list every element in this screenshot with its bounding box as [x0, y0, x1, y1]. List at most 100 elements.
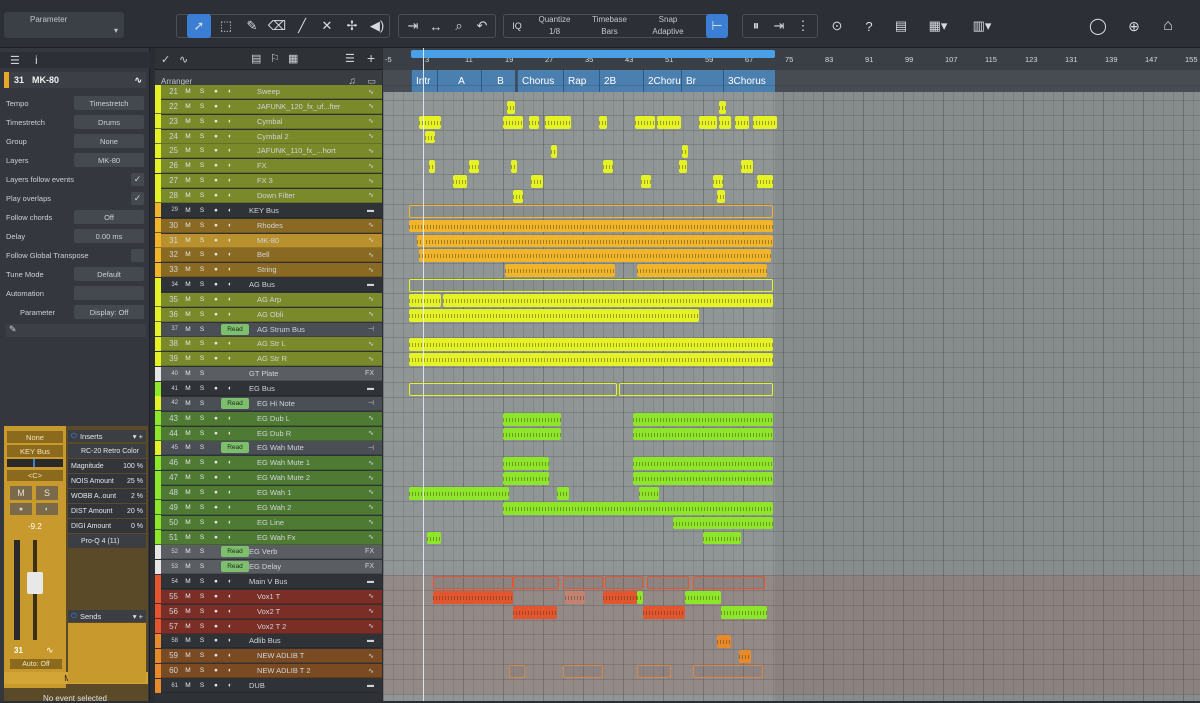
playhead[interactable] — [423, 48, 424, 701]
monitor-icon[interactable]: ◐ — [223, 116, 237, 127]
mute-button[interactable]: M — [181, 591, 195, 602]
audio-event[interactable] — [511, 160, 517, 174]
arranger-section[interactable]: Rap — [563, 70, 599, 92]
solo-button[interactable]: S — [195, 621, 209, 632]
audio-event[interactable] — [637, 665, 671, 678]
monitor-icon[interactable]: ◐ — [223, 472, 237, 483]
monitor-icon[interactable]: ◐ — [223, 86, 237, 97]
solo-button[interactable]: S — [195, 160, 209, 171]
audio-event[interactable] — [721, 605, 767, 619]
automation-read-button[interactable]: Read — [221, 323, 249, 335]
audio-event[interactable] — [657, 115, 681, 129]
solo-button[interactable]: S — [195, 145, 209, 156]
layout-icon[interactable]: ▥▾ — [965, 14, 999, 38]
pan-knob[interactable]: <C> — [7, 470, 63, 481]
track-row[interactable]: 31 M S ● ◐ MK-80 ∿ — [155, 233, 382, 248]
monitor-icon[interactable]: ◐ — [223, 264, 237, 275]
insert-slot[interactable]: DIST Amount 20 % — [68, 504, 146, 518]
track-row[interactable]: 30 M S ● ◐ Rhodes ∿ — [155, 218, 382, 233]
arranger-section[interactable]: 2Chorus — [643, 70, 686, 92]
track-row[interactable]: 24 M S ● ◐ Cymbal 2 ∿ — [155, 129, 382, 144]
track-row[interactable]: 21 M S ● ◐ Sweep ∿ — [155, 84, 382, 99]
mute-button[interactable]: M — [181, 175, 195, 186]
monitor-icon[interactable]: ◐ — [223, 665, 237, 676]
inspector-select[interactable]: Drums — [74, 115, 144, 129]
audio-event[interactable] — [425, 130, 435, 144]
monitor-icon[interactable]: ◐ — [223, 101, 237, 112]
record-icon[interactable]: ● — [209, 502, 223, 513]
audio-event[interactable] — [503, 501, 773, 515]
monitor-icon[interactable]: ◐ — [223, 576, 237, 587]
mute-button[interactable]: M — [181, 205, 195, 216]
audio-event[interactable] — [679, 160, 687, 174]
add-insert-icon[interactable]: ▾ + — [133, 432, 143, 441]
audio-event[interactable] — [637, 590, 643, 604]
audio-event[interactable] — [531, 175, 543, 188]
arranger-section[interactable]: Br — [681, 70, 723, 92]
audio-event[interactable] — [717, 635, 731, 649]
audio-event[interactable] — [685, 590, 721, 604]
automation-read-button[interactable]: Read — [221, 442, 249, 454]
audio-event[interactable] — [469, 160, 479, 174]
mixer-icon[interactable]: ▤ — [251, 52, 261, 65]
audio-event[interactable] — [409, 293, 441, 307]
record-icon[interactable]: ● — [209, 428, 223, 439]
record-icon[interactable]: ● — [209, 457, 223, 468]
mute-button[interactable]: M — [181, 428, 195, 439]
audio-event[interactable] — [739, 650, 751, 664]
monitor-icon[interactable]: ◐ — [223, 383, 237, 394]
track-row[interactable]: 29 M S ● ◐ KEY Bus ▬ — [155, 203, 382, 218]
list-icon[interactable]: ☰ — [345, 52, 355, 65]
mute-button[interactable]: M — [181, 338, 195, 349]
solo-button[interactable]: S — [195, 487, 209, 498]
zoom-icon[interactable]: ⌕ — [448, 14, 470, 38]
audio-event[interactable] — [503, 412, 561, 426]
solo-button[interactable]: S — [195, 502, 209, 513]
track-row[interactable]: 43 M S ● ◐ EG Dub L ∿ — [155, 411, 382, 426]
solo-button[interactable]: S — [195, 190, 209, 201]
inspector-select[interactable]: 0.00 ms — [74, 229, 144, 243]
audio-event[interactable] — [409, 204, 773, 218]
mute-button[interactable]: M — [181, 442, 195, 453]
mute-button[interactable]: M — [181, 532, 195, 543]
track-row[interactable]: 58 M S ● ◐ Adlib Bus ▬ — [155, 633, 382, 649]
stretch-icon[interactable]: ↔ — [425, 14, 447, 38]
audio-event[interactable] — [703, 531, 741, 545]
mute-button[interactable]: M — [181, 220, 195, 231]
audio-event[interactable] — [443, 293, 773, 307]
solo-button[interactable]: S — [195, 591, 209, 602]
solo-button[interactable]: S — [36, 486, 58, 500]
track-row[interactable]: 55 M S ● ◐ Vox1 T ∿ — [155, 589, 382, 604]
monitor-icon[interactable]: ◐ — [223, 160, 237, 171]
track-row[interactable]: 41 M S ● ◐ EG Bus ▬ — [155, 381, 382, 396]
track-row[interactable]: 37 M S Read AG Strum Bus ⊣ — [155, 322, 382, 337]
solo-button[interactable]: S — [195, 264, 209, 275]
solo-button[interactable]: S — [195, 205, 209, 216]
help-icon[interactable]: ? — [858, 14, 880, 38]
monitor-icon[interactable]: ◐ — [223, 413, 237, 424]
insert-slot[interactable]: DIGI Amount 0 % — [68, 519, 146, 533]
solo-button[interactable]: S — [195, 457, 209, 468]
monitor-icon[interactable]: ◐ — [36, 503, 58, 515]
record-icon[interactable]: ● — [209, 353, 223, 364]
solo-button[interactable]: S — [195, 249, 209, 260]
track-row[interactable]: 47 M S ● ◐ EG Wah Mute 2 ∿ — [155, 470, 382, 486]
mute-button[interactable]: M — [181, 576, 195, 587]
track-row[interactable]: 26 M S ● ◐ FX ∿ — [155, 158, 382, 174]
audio-event[interactable] — [513, 189, 523, 203]
monitor-icon[interactable]: ◐ — [223, 338, 237, 349]
track-row[interactable]: 44 M S ● ◐ EG Dub R ∿ — [155, 426, 382, 441]
record-icon[interactable]: ● — [209, 532, 223, 543]
pencil-tool-icon[interactable]: ✎ — [240, 14, 264, 38]
record-icon[interactable]: ● — [209, 294, 223, 305]
mute-button[interactable]: M — [181, 472, 195, 483]
audio-event[interactable] — [503, 115, 523, 129]
record-icon[interactable]: ● — [209, 116, 223, 127]
audio-event[interactable] — [643, 605, 685, 619]
arranger-section[interactable]: A — [437, 70, 481, 92]
solo-button[interactable]: S — [195, 101, 209, 112]
audio-event[interactable] — [641, 175, 651, 188]
listen-tool-icon[interactable]: ◀) — [365, 14, 389, 38]
audio-event[interactable] — [717, 189, 725, 203]
solo-button[interactable]: S — [195, 428, 209, 439]
